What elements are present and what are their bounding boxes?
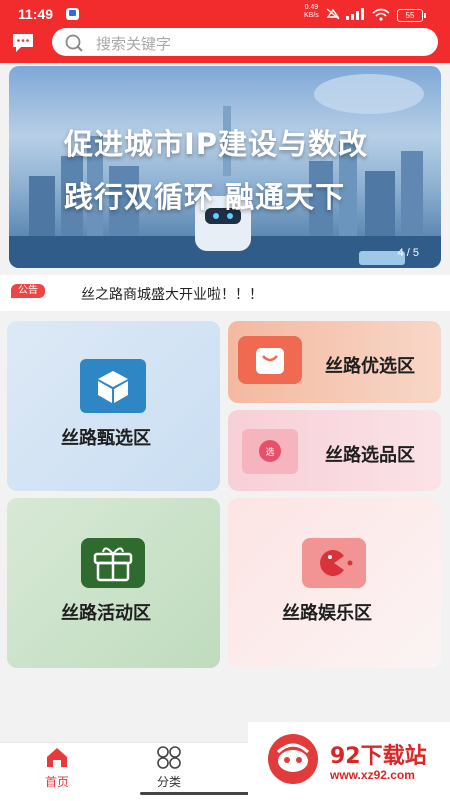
site-watermark: 92下载站 www.xz92.com xyxy=(248,722,450,800)
announcement-tag: 公告 xyxy=(11,284,45,298)
category-label: 丝路娱乐区 xyxy=(282,603,372,624)
top-header: 搜索关键字 xyxy=(0,28,450,63)
watermark-logo-icon xyxy=(268,734,318,784)
chat-bubble-icon[interactable] xyxy=(11,32,35,54)
category-label: 丝路优选区 xyxy=(325,356,415,377)
watermark-title: 92下载站 xyxy=(330,744,427,769)
search-bar[interactable]: 搜索关键字 xyxy=(52,28,438,56)
banner-headline-1: 促进城市IP建设与数改 xyxy=(64,127,369,161)
battery-indicator: 55 xyxy=(397,9,426,22)
shopping-bag-icon xyxy=(238,336,302,384)
status-time: 11:49 xyxy=(18,6,54,22)
category-label: 丝路甄选区 xyxy=(61,428,151,449)
cellular-signal-icon xyxy=(346,8,364,20)
category-card-zhenxuan[interactable]: 丝路甄选区 xyxy=(7,321,220,491)
announcement-bar[interactable]: 公告 丝之路商城盛大开业啦！！！ xyxy=(0,275,450,311)
tab-category-label: 分类 xyxy=(156,775,181,789)
search-icon xyxy=(65,34,83,52)
status-bar: 11:49 0.49 KB/s 55 xyxy=(0,0,450,28)
tab-home[interactable]: 首页 xyxy=(17,743,97,791)
category-card-youxuan[interactable]: 丝路优选区 xyxy=(228,321,441,403)
cube-icon xyxy=(80,359,146,413)
app-notification-icon xyxy=(66,8,79,20)
gift-icon xyxy=(81,538,145,588)
promo-banner[interactable]: 促进城市IP建设与数改 践行双循环 融通天下 4 / 5 xyxy=(9,66,441,268)
banner-pager: 4 / 5 xyxy=(397,247,419,259)
category-label: 丝路选品区 xyxy=(325,445,415,466)
category-card-xuanpin[interactable]: 选 丝路选品区 xyxy=(228,410,441,491)
category-card-huodong[interactable]: 丝路活动区 xyxy=(7,498,220,668)
category-card-yule[interactable]: 丝路娱乐区 xyxy=(228,498,441,668)
city-skyline-illustration xyxy=(9,74,441,268)
search-placeholder: 搜索关键字 xyxy=(96,35,172,53)
home-icon xyxy=(47,748,67,767)
category-label: 丝路活动区 xyxy=(61,603,151,624)
announcement-text: 丝之路商城盛大开业啦！！！ xyxy=(81,287,263,303)
mute-icon xyxy=(326,8,340,20)
tab-category[interactable]: 分类 xyxy=(129,743,209,791)
wifi-icon xyxy=(372,8,390,21)
net-speed: 0.49 KB/s xyxy=(304,4,319,19)
category-icon xyxy=(157,746,181,769)
game-icon xyxy=(302,538,366,588)
select-badge-text: 选 xyxy=(265,446,274,458)
banner-headline-2: 践行双循环 融通天下 xyxy=(64,180,346,214)
tab-home-label: 首页 xyxy=(44,775,69,789)
watermark-url: www.xz92.com xyxy=(330,768,415,782)
select-badge-icon: 选 xyxy=(242,429,298,474)
